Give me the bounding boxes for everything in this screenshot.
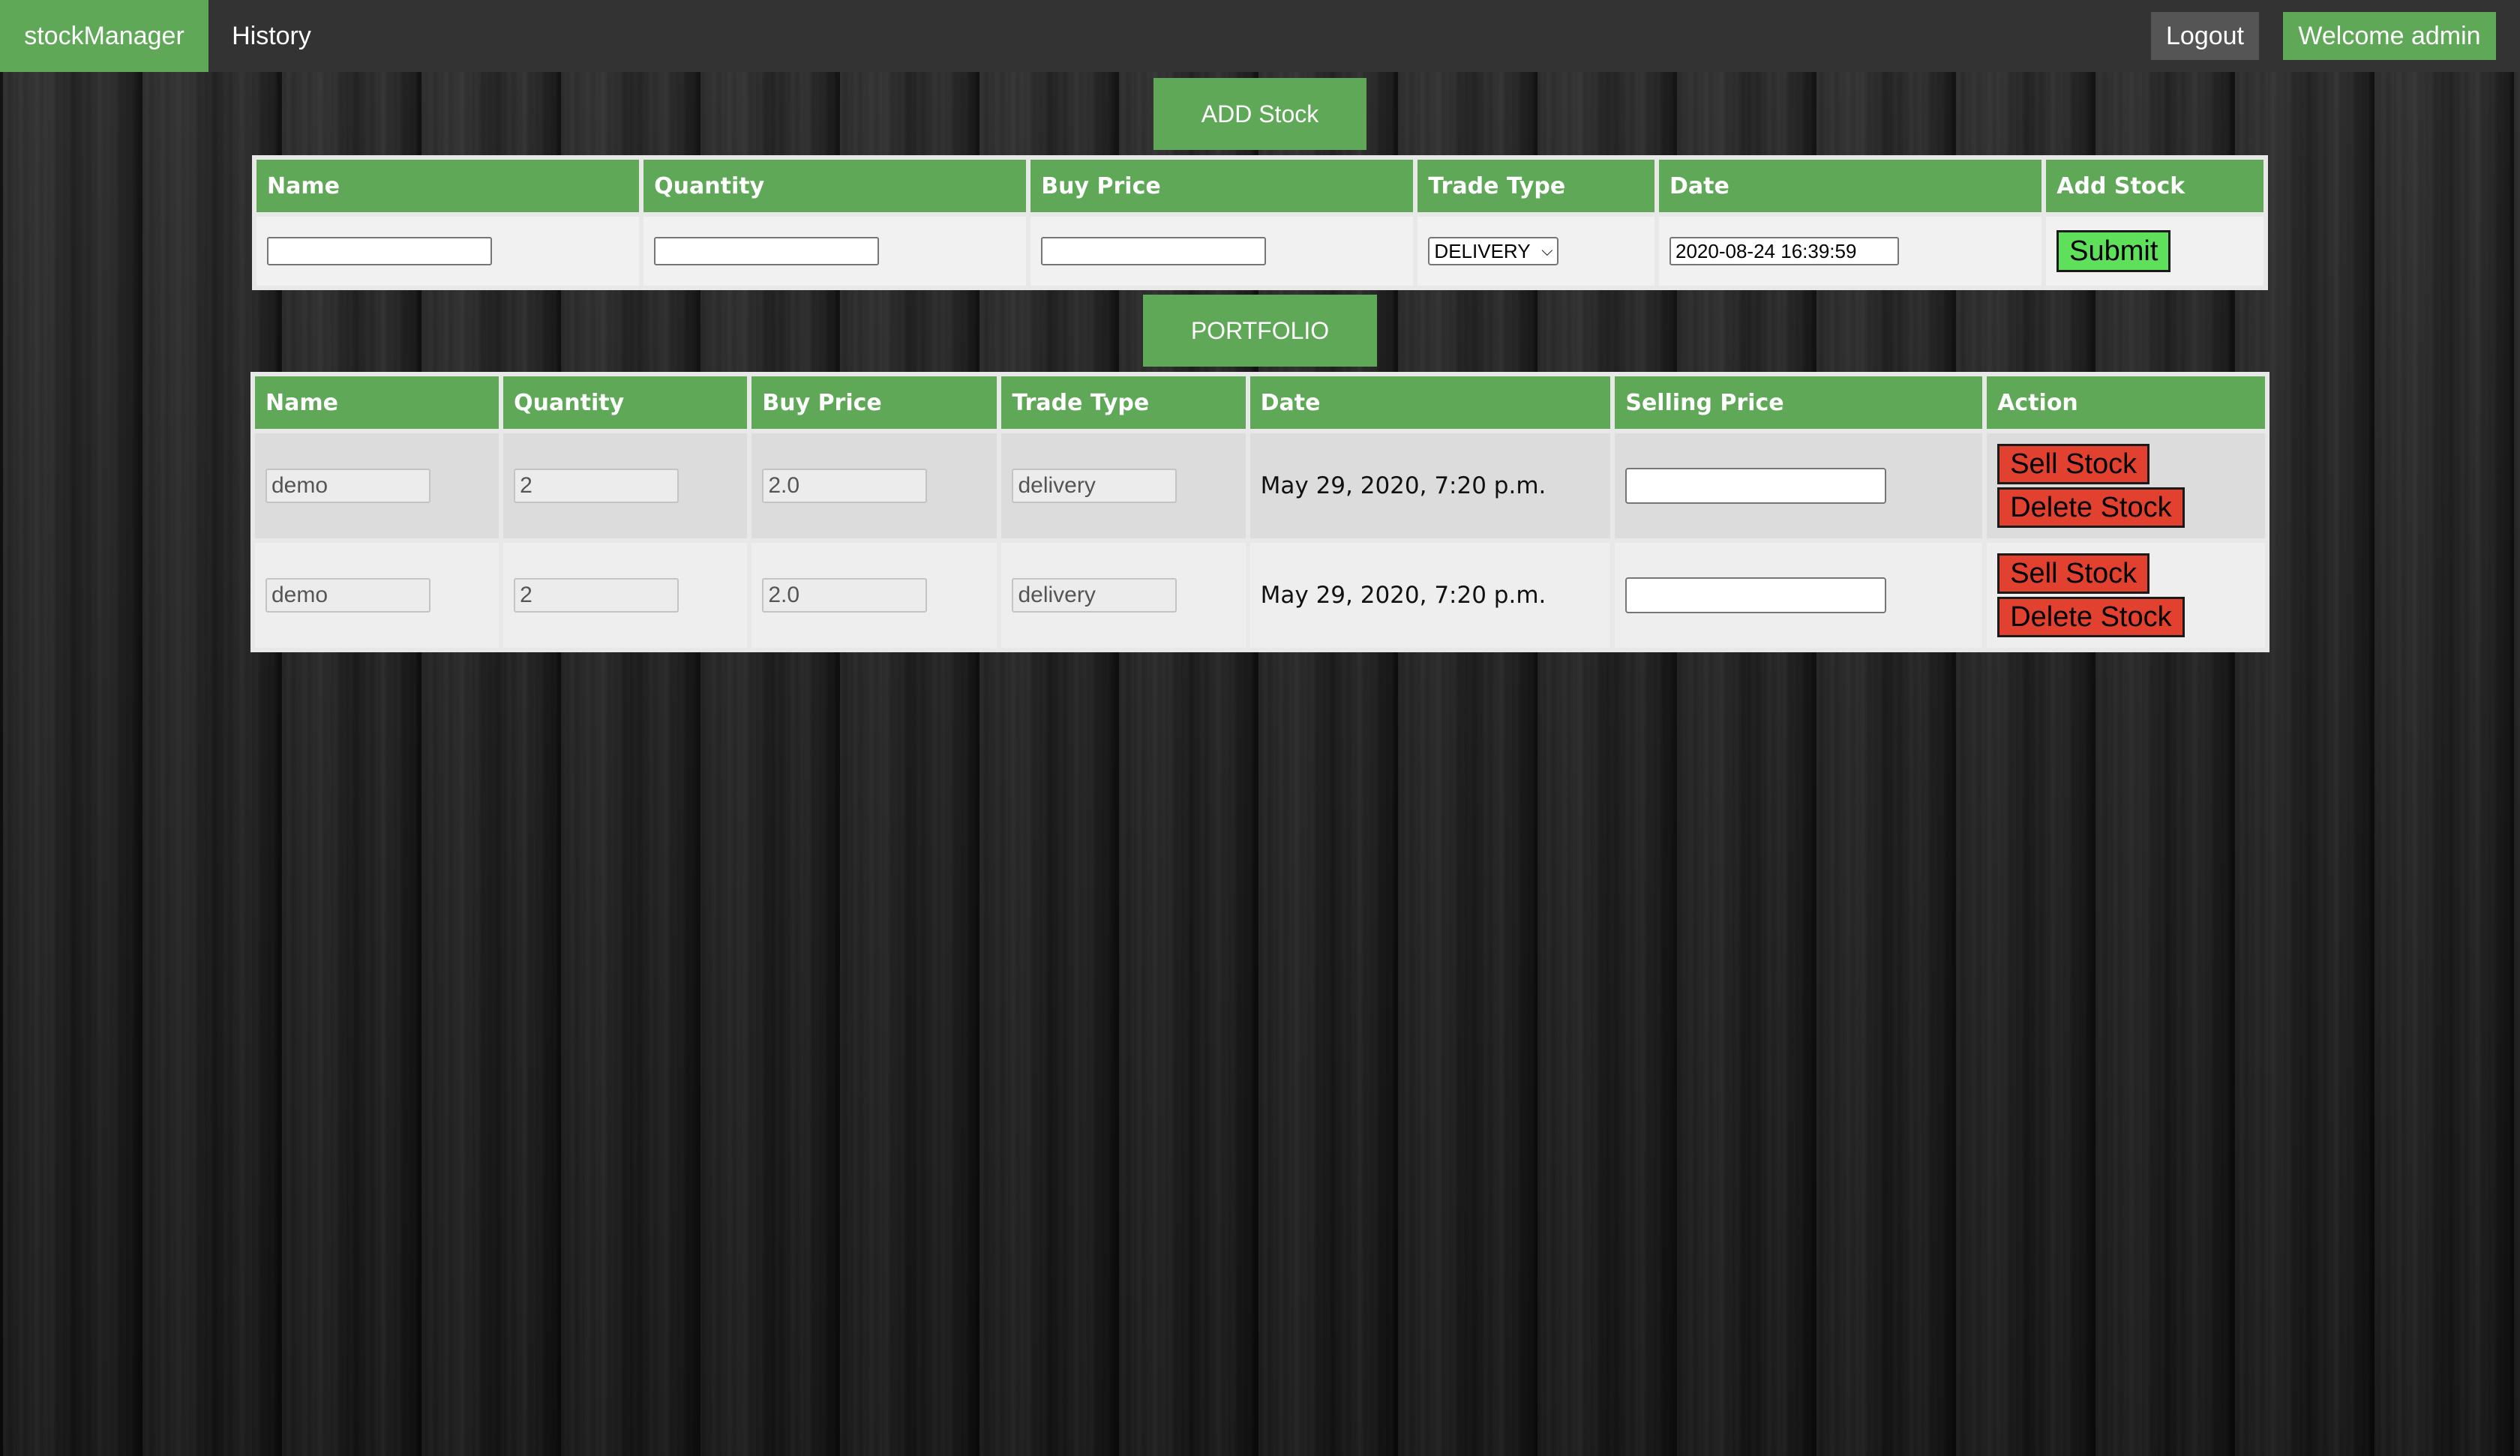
delete-stock-button[interactable]: Delete Stock bbox=[1997, 597, 2185, 637]
trade-type-cell: DELIVERY ⌵ bbox=[1418, 217, 1655, 286]
column-header-buy-price: Buy Price bbox=[1030, 160, 1414, 212]
quantity-input[interactable] bbox=[654, 237, 880, 266]
quantity-cell bbox=[503, 433, 748, 538]
stock-buy-price-field bbox=[762, 578, 928, 613]
navbar: stockManager History Logout Welcome admi… bbox=[0, 0, 2520, 72]
buy-price-cell bbox=[752, 433, 998, 538]
stock-quantity-field bbox=[514, 578, 680, 613]
add-stock-heading: ADD Stock bbox=[1154, 78, 1366, 150]
table-row: May 29, 2020, 7:20 p.m. Sell Stock Delet… bbox=[255, 433, 2265, 538]
add-stock-header-row: Name Quantity Buy Price Trade Type Date … bbox=[256, 160, 2264, 212]
selling-price-cell bbox=[1615, 543, 1983, 648]
trade-type-selected-value: DELIVERY bbox=[1434, 239, 1531, 262]
column-header-trade-type: Trade Type bbox=[1001, 376, 1246, 429]
sell-stock-button[interactable]: Sell Stock bbox=[1997, 444, 2150, 484]
trade-type-select[interactable]: DELIVERY ⌵ bbox=[1428, 237, 1559, 266]
column-header-action: Action bbox=[1987, 376, 2265, 429]
add-stock-form-row: DELIVERY ⌵ Submit bbox=[256, 217, 2264, 286]
stock-trade-type-field bbox=[1012, 578, 1178, 613]
date-cell: May 29, 2020, 7:20 p.m. bbox=[1250, 543, 1611, 648]
name-cell bbox=[255, 433, 500, 538]
selling-price-cell bbox=[1615, 433, 1983, 538]
stock-trade-type-field bbox=[1012, 469, 1178, 503]
action-cell: Sell Stock Delete Stock bbox=[1987, 433, 2265, 538]
portfolio-header-row: Name Quantity Buy Price Trade Type Date … bbox=[255, 376, 2265, 429]
trade-type-cell bbox=[1001, 543, 1246, 648]
column-header-buy-price: Buy Price bbox=[752, 376, 998, 429]
column-header-trade-type: Trade Type bbox=[1418, 160, 1655, 212]
delete-stock-button[interactable]: Delete Stock bbox=[1997, 487, 2185, 528]
column-header-date: Date bbox=[1659, 160, 2042, 212]
column-header-quantity: Quantity bbox=[503, 376, 748, 429]
date-cell: May 29, 2020, 7:20 p.m. bbox=[1250, 433, 1611, 538]
selling-price-input[interactable] bbox=[1625, 577, 1887, 613]
welcome-badge: Welcome admin bbox=[2283, 12, 2496, 60]
add-stock-table: Name Quantity Buy Price Trade Type Date … bbox=[252, 155, 2268, 290]
column-header-selling-price: Selling Price bbox=[1615, 376, 1983, 429]
name-cell bbox=[256, 217, 640, 286]
portfolio-heading: PORTFOLIO bbox=[1143, 295, 1377, 367]
sell-stock-button[interactable]: Sell Stock bbox=[1997, 553, 2150, 594]
name-input[interactable] bbox=[267, 237, 492, 266]
submit-button[interactable]: Submit bbox=[2056, 230, 2171, 272]
buy-price-input[interactable] bbox=[1041, 237, 1267, 266]
trade-type-cell bbox=[1001, 433, 1246, 538]
action-buttons: Sell Stock Delete Stock bbox=[1997, 553, 2254, 637]
stock-buy-price-field bbox=[762, 469, 928, 503]
table-row: May 29, 2020, 7:20 p.m. Sell Stock Delet… bbox=[255, 543, 2265, 648]
quantity-cell bbox=[503, 543, 748, 648]
column-header-date: Date bbox=[1250, 376, 1611, 429]
name-cell bbox=[255, 543, 500, 648]
stock-name-field bbox=[266, 578, 430, 613]
stock-name-field bbox=[266, 469, 430, 503]
submit-cell: Submit bbox=[2046, 217, 2264, 286]
quantity-cell bbox=[644, 217, 1027, 286]
column-header-name: Name bbox=[256, 160, 640, 212]
brand-link[interactable]: stockManager bbox=[0, 0, 208, 72]
column-header-add-stock: Add Stock bbox=[2046, 160, 2264, 212]
column-header-quantity: Quantity bbox=[644, 160, 1027, 212]
portfolio-table: Name Quantity Buy Price Trade Type Date … bbox=[250, 372, 2270, 652]
date-input[interactable] bbox=[1670, 237, 1900, 266]
column-header-name: Name bbox=[255, 376, 500, 429]
date-cell bbox=[1659, 217, 2042, 286]
buy-price-cell bbox=[1030, 217, 1414, 286]
nav-link-history[interactable]: History bbox=[208, 0, 334, 72]
buy-price-cell bbox=[752, 543, 998, 648]
logout-button[interactable]: Logout bbox=[2151, 12, 2259, 60]
chevron-down-icon: ⌵ bbox=[1541, 242, 1553, 259]
stock-quantity-field bbox=[514, 469, 680, 503]
action-cell: Sell Stock Delete Stock bbox=[1987, 543, 2265, 648]
action-buttons: Sell Stock Delete Stock bbox=[1997, 444, 2254, 528]
selling-price-input[interactable] bbox=[1625, 468, 1887, 504]
